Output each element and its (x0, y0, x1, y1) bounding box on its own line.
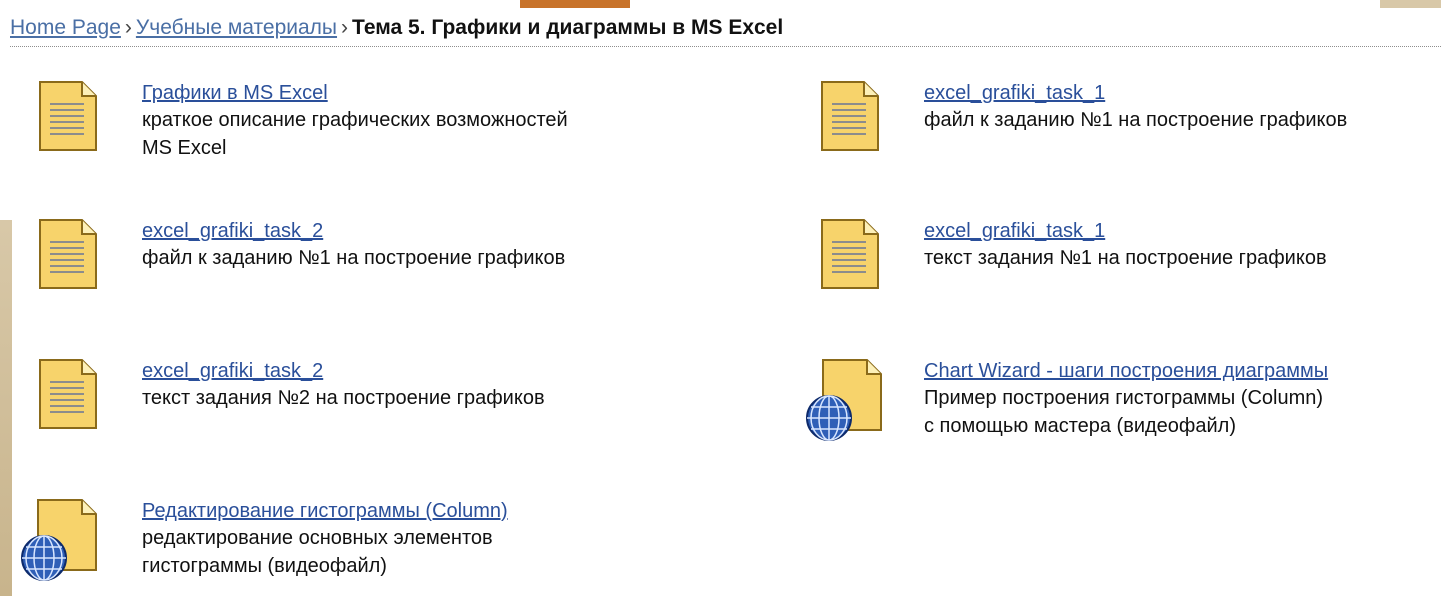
item-title-link[interactable]: excel_grafiki_task_2 (142, 218, 702, 244)
web-document-icon[interactable] (805, 358, 885, 442)
item-description: Пример построения гистограммы (Column) (924, 387, 1324, 409)
item-description-line2: MS Excel (142, 137, 227, 159)
breadcrumb-section-link[interactable]: Учебные материалы (136, 16, 337, 39)
web-document-icon[interactable] (20, 498, 100, 582)
item-description: текст задания №1 на построение графиков (924, 247, 1327, 269)
item-title-link[interactable]: Графики в MS Excel (142, 80, 702, 106)
item-title-link[interactable]: excel_grafiki_task_1 (924, 218, 1441, 244)
item-description: текст задания №2 на построение графиков (142, 387, 545, 409)
document-icon[interactable] (38, 218, 98, 290)
item-title-link[interactable]: Редактирование гистограммы (Column) (142, 498, 702, 524)
item-description: краткое описание графических возможносте… (142, 109, 568, 131)
item-title-link[interactable]: Chart Wizard - шаги построения диаграммы (924, 358, 1441, 384)
document-icon[interactable] (38, 358, 98, 430)
background-image-fragment (520, 0, 630, 8)
document-icon[interactable] (820, 218, 880, 290)
item-description: файл к заданию №1 на построение графиков (142, 247, 566, 269)
item-description-line2: гистограммы (видеофайл) (142, 555, 387, 577)
item-description-line2: с помощью мастера (видеофайл) (924, 415, 1237, 437)
item-title-link[interactable]: excel_grafiki_task_1 (924, 80, 1441, 106)
breadcrumb-separator: › (124, 16, 132, 39)
breadcrumb-separator: › (341, 16, 349, 39)
background-strip (0, 220, 12, 596)
breadcrumb: Home Page › Учебные материалы › Тема 5. Граф… (10, 10, 1441, 47)
breadcrumb-current: Тема 5. Графики и диаграммы в MS Excel (352, 16, 784, 39)
background-image-fragment-right (1380, 0, 1441, 8)
breadcrumb-home-link[interactable]: Home Page (10, 16, 121, 39)
document-icon[interactable] (38, 80, 98, 152)
item-description: файл к заданию №1 на построение графиков (924, 109, 1348, 131)
item-title-link[interactable]: excel_grafiki_task_2 (142, 358, 702, 384)
item-description: редактирование основных элементов (142, 527, 493, 549)
document-icon[interactable] (820, 80, 880, 152)
